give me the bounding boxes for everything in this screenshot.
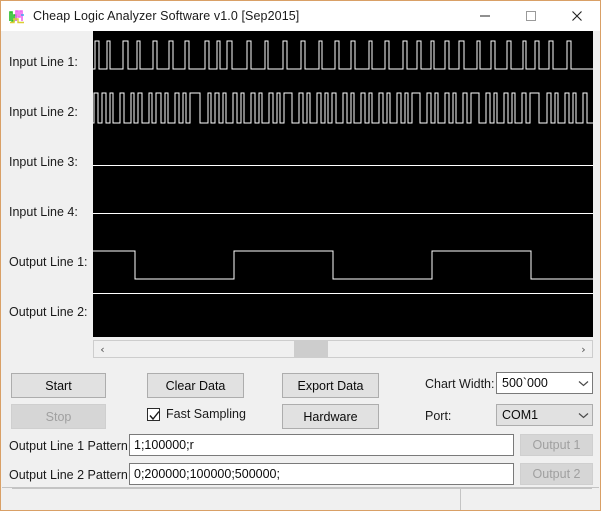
status-cell-1 — [2, 488, 461, 510]
label-output-line-1: Output Line 1: — [9, 255, 88, 269]
status-bar — [2, 487, 599, 510]
checkbox-box[interactable] — [147, 407, 160, 421]
label-input-line-2: Input Line 2: — [9, 105, 78, 119]
label-output-line-2: Output Line 2: — [9, 305, 88, 319]
output-line-1-pattern-input[interactable]: 1;100000;r — [129, 434, 514, 456]
port-label: Port: — [425, 409, 452, 423]
chart-width-value: 500`000 — [502, 376, 548, 390]
fast-sampling-checkbox[interactable]: Fast Sampling — [147, 407, 246, 421]
waveform-display[interactable] — [93, 31, 593, 337]
window-title: Cheap Logic Analyzer Software v1.0 [Sep2… — [33, 9, 300, 23]
chart-width-select[interactable]: 500`000 — [496, 372, 593, 394]
scrollbar-thumb[interactable] — [294, 341, 329, 357]
logic-waveform-icon — [9, 8, 25, 24]
output-line-2-pattern-label: Output Line 2 Pattern: — [9, 468, 132, 482]
label-input-line-1: Input Line 1: — [9, 55, 78, 69]
label-input-line-4: Input Line 4: — [9, 205, 78, 219]
close-button[interactable] — [554, 1, 600, 31]
hardware-button[interactable]: Hardware — [282, 404, 379, 429]
label-input-line-3: Input Line 3: — [9, 155, 78, 169]
fast-sampling-label: Fast Sampling — [166, 407, 246, 421]
maximize-button[interactable] — [508, 1, 554, 31]
checkmark-icon — [149, 410, 160, 420]
output-1-button[interactable]: Output 1 — [520, 434, 593, 456]
port-value: COM1 — [502, 408, 539, 422]
status-cell-2 — [461, 488, 599, 510]
minimize-button[interactable] — [462, 1, 508, 31]
chevron-down-icon — [575, 412, 592, 419]
minimize-icon — [480, 15, 490, 17]
export-data-button[interactable]: Export Data — [282, 373, 379, 398]
stop-button[interactable]: Stop — [11, 404, 106, 429]
waveform-horizontal-scrollbar[interactable]: ‹ › — [93, 340, 593, 358]
status-divider — [12, 488, 592, 489]
output-line-1-pattern-label: Output Line 1 Pattern: — [9, 439, 132, 453]
output-2-button[interactable]: Output 2 — [520, 463, 593, 485]
waveform-svg — [93, 31, 593, 337]
scroll-right-arrow-icon[interactable]: › — [575, 341, 592, 357]
close-icon — [572, 11, 582, 21]
scrollbar-track[interactable] — [111, 341, 575, 357]
window-controls — [462, 1, 600, 31]
maximize-icon — [526, 11, 536, 21]
clear-data-button[interactable]: Clear Data — [147, 373, 244, 398]
scroll-left-arrow-icon[interactable]: ‹ — [94, 341, 111, 357]
output-line-2-pattern-input[interactable]: 0;200000;100000;500000; — [129, 463, 514, 485]
app-window: Cheap Logic Analyzer Software v1.0 [Sep2… — [0, 0, 601, 511]
port-select[interactable]: COM1 — [496, 404, 593, 426]
start-button[interactable]: Start — [11, 373, 106, 398]
title-bar: Cheap Logic Analyzer Software v1.0 [Sep2… — [1, 1, 600, 31]
chevron-down-icon — [575, 380, 592, 387]
chart-width-label: Chart Width: — [425, 377, 495, 391]
